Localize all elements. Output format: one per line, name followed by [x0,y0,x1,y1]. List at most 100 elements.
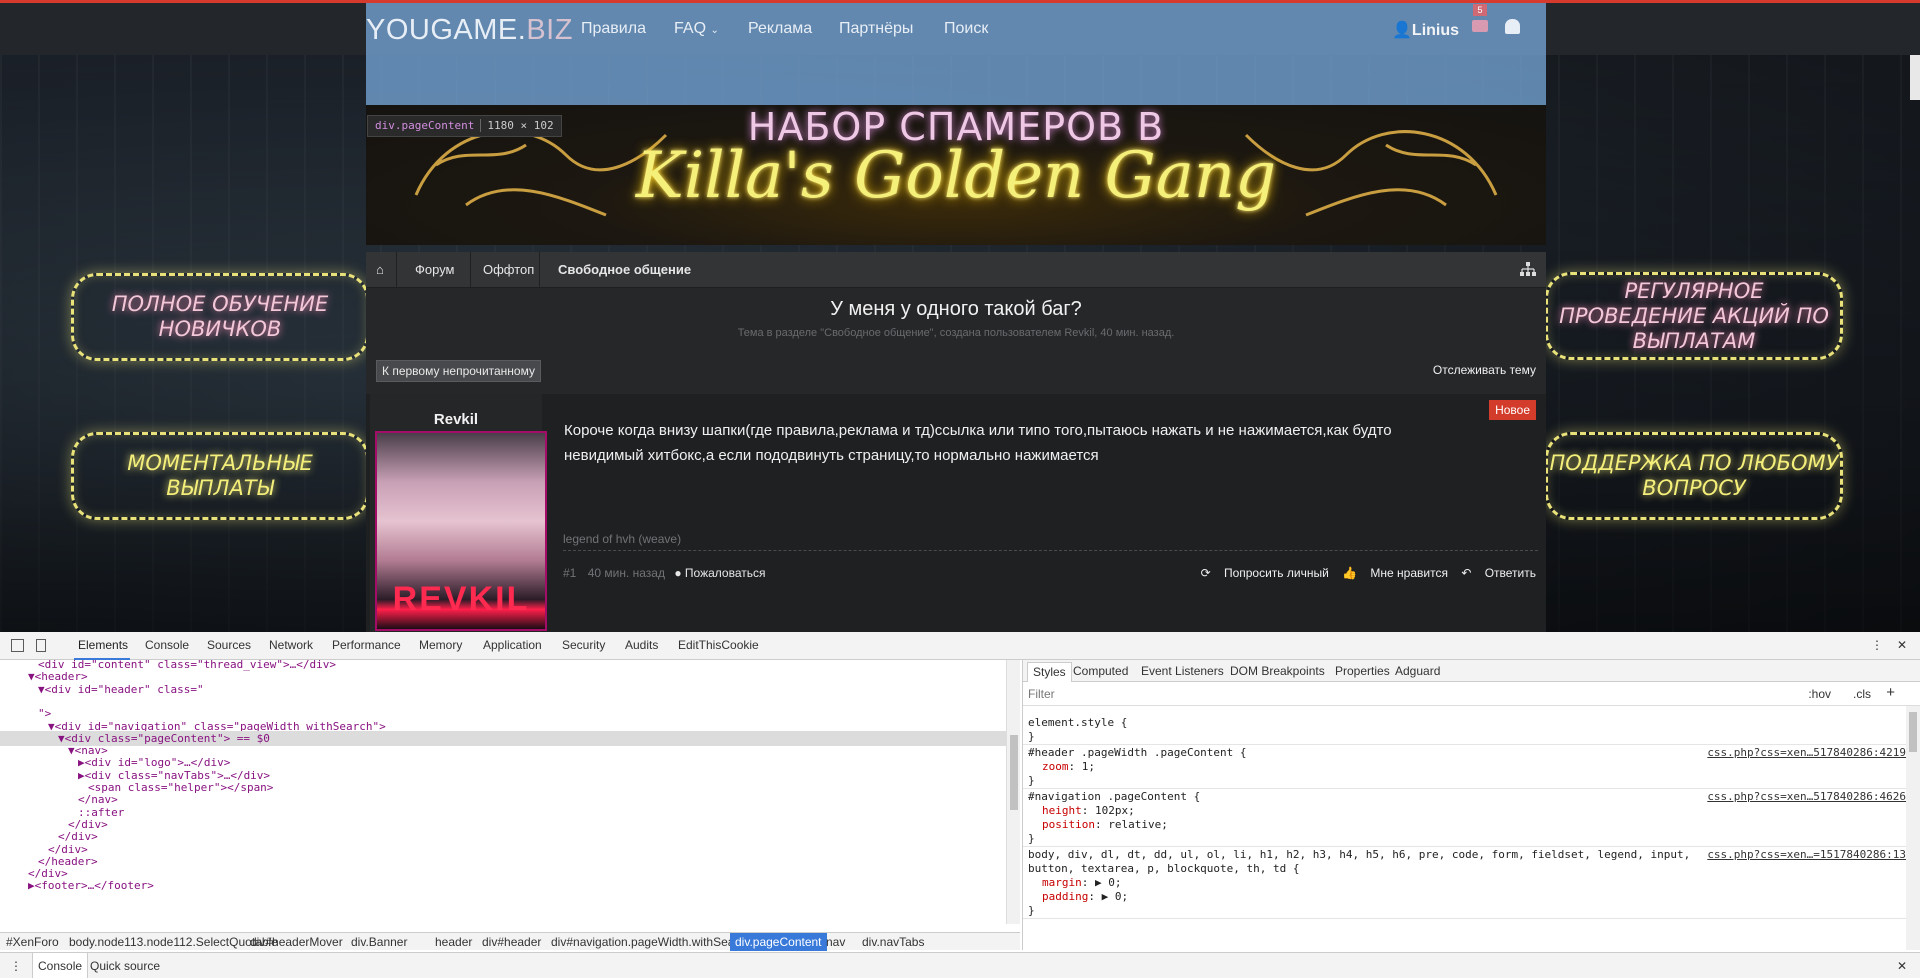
hov-toggle[interactable]: :hov [1808,687,1831,701]
css-rule-close: } [1028,774,1035,787]
css-selector[interactable]: button, textarea, p, blockquote, th, td … [1028,862,1300,876]
drawer-tab-quick-source[interactable]: Quick source [90,959,160,973]
mail-count-badge: 5 [1473,4,1487,16]
dom-breadcrumb-item[interactable]: header [435,935,472,949]
device-toolbar-icon[interactable] [36,639,46,652]
css-source-link[interactable]: css.php?css=xen…517840286:4219 [1707,746,1906,759]
post-author-name[interactable]: Revkil [370,411,542,428]
sitemap-icon[interactable] [1520,262,1536,276]
first-unread-button[interactable]: К первому непрочитанному [376,360,541,382]
tab-properties[interactable]: Properties [1335,664,1390,678]
tab-security[interactable]: Security [562,638,605,652]
css-selector[interactable]: #navigation .pageContent { [1028,790,1200,804]
tab-styles[interactable]: Styles [1027,662,1072,682]
styles-filter: Filter :hov .cls + [1023,682,1920,706]
css-property[interactable]: zoom: 1; [1042,760,1095,774]
breadcrumb-current[interactable]: Свободное общение [558,262,691,277]
css-property[interactable]: position: relative; [1042,818,1168,832]
tab-audits[interactable]: Audits [625,638,658,652]
user-menu[interactable]: 👤Linius [1392,20,1459,40]
bell-icon[interactable] [1505,19,1520,34]
reply-link[interactable]: ↶ Ответить [1461,566,1536,580]
css-property[interactable]: height: 102px; [1042,804,1135,818]
dom-breadcrumb-item[interactable]: nav [826,935,845,949]
filter-input[interactable]: Filter [1028,687,1055,701]
styles-scrollbar[interactable] [1906,706,1920,950]
styles-tab-bar: Styles Computed Event Listeners DOM Brea… [1023,660,1920,682]
dom-breadcrumb-item[interactable]: div.navTabs [862,935,924,949]
breadcrumb: ⌂ Форум Оффтоп Свободное общение [366,252,1546,288]
dom-breadcrumb-item[interactable]: div#header [482,935,541,949]
dom-node-line[interactable]: ▶<footer>…</footer> [0,878,1006,893]
mail-icon[interactable] [1472,20,1488,32]
tab-application[interactable]: Application [483,638,542,652]
cls-toggle[interactable]: .cls [1853,687,1871,701]
tab-event-listeners[interactable]: Event Listeners [1141,664,1224,678]
tab-computed[interactable]: Computed [1073,664,1128,678]
watch-thread-link[interactable]: Отслеживать тему [1433,363,1536,377]
nav-search[interactable]: Поиск [944,20,988,38]
inspect-icon[interactable] [11,639,24,652]
tab-console[interactable]: Console [145,638,189,652]
css-source-link[interactable]: css.php?css=xen…517840286:4626 [1707,790,1906,803]
tab-editthiscookie[interactable]: EditThisCookie [678,638,759,652]
tab-network[interactable]: Network [269,638,313,652]
tab-adguard[interactable]: Adguard [1395,664,1440,678]
post-actions: ⟳ Попросить личный 👍 Мне нравится ↶ Отве… [1191,566,1536,580]
css-property[interactable]: padding: ▶ 0; [1042,890,1128,904]
css-source-link[interactable]: css.php?css=xen…=1517840286:13 [1707,848,1906,861]
post-number[interactable]: #1 [563,566,576,580]
dom-breadcrumb-item[interactable]: div#navigation.pageWidth.withSearch [551,935,751,949]
dom-tree[interactable]: <div id="content" class="thread_view">…<… [0,660,1006,924]
request-private-link[interactable]: ⟳ Попросить личный [1201,566,1329,580]
drawer-tab-console[interactable]: Console [32,953,89,978]
breadcrumb-forum[interactable]: Форум [415,262,455,277]
close-icon[interactable]: ✕ [1897,638,1907,652]
side-banner-payouts[interactable]: МОМЕНТАЛЬНЫЕ ВЫПЛАТЫ [71,432,369,520]
dom-breadcrumb-item[interactable]: #XenForo [6,935,59,949]
home-icon[interactable]: ⌂ [376,262,384,277]
nav-rules[interactable]: Правила [581,20,646,38]
css-selector[interactable]: #header .pageWidth .pageContent { [1028,746,1247,760]
more-options-icon[interactable]: ⋮ [1871,638,1883,652]
css-selector[interactable]: element.style { [1028,716,1127,730]
css-property[interactable]: margin: ▶ 0; [1042,876,1122,890]
info-icon: ● [674,566,682,580]
inspect-tooltip: div.pageContent 1180 × 102 [367,115,562,137]
nav-faq[interactable]: FAQ ⌄ [674,20,719,38]
divider [563,550,1538,551]
dom-breadcrumb: #XenForo body.node113.node112.SelectQuota… [0,932,1020,951]
css-rule-close: } [1028,832,1035,845]
tab-performance[interactable]: Performance [332,638,401,652]
devtools-tab-bar: Elements Console Sources Network Perform… [0,632,1920,660]
post-body: Короче когда внизу шапки(где правила,рек… [564,422,1392,464]
avatar[interactable]: REVKIL [375,431,547,631]
side-banner-training[interactable]: ПОЛНОЕ ОБУЧЕНИЕ НОВИЧКОВ [71,273,369,361]
report-link[interactable]: ● Пожаловаться [674,566,765,580]
post-time[interactable]: 40 мин. назад [588,566,665,580]
side-banner-support[interactable]: ПОДДЕРЖКА ПО ЛЮБОМУ ВОПРОСУ [1545,432,1843,520]
like-link[interactable]: 👍 Мне нравится [1342,566,1448,580]
dom-scrollbar[interactable] [1006,660,1020,924]
css-rule-close: } [1028,730,1035,743]
drawer-close-icon[interactable]: ✕ [1897,959,1907,973]
breadcrumb-offtop[interactable]: Оффтоп [483,262,534,277]
drawer-menu-icon[interactable]: ⋮ [10,959,22,973]
tab-sources[interactable]: Sources [207,638,251,652]
site-logo[interactable]: YOUGAME.BIZ [366,14,573,47]
tab-memory[interactable]: Memory [419,638,462,652]
tab-dom-breakpoints[interactable]: DOM Breakpoints [1230,664,1325,678]
side-banner-promotions[interactable]: РЕГУЛЯРНОЕ ПРОВЕДЕНИЕ АКЦИЙ ПО ВЫПЛАТАМ [1545,272,1843,360]
post-signature: legend of hvh (weave) [563,532,682,546]
dom-breadcrumb-item[interactable]: div.Banner [351,935,407,949]
tab-elements[interactable]: Elements [78,638,128,652]
nav-partners[interactable]: Партнёры [839,20,913,38]
nav-ads[interactable]: Реклама [748,20,812,38]
dom-breadcrumb-item[interactable]: div.pageContent [730,933,827,951]
page-scrollbar[interactable] [1910,55,1920,100]
new-rule-icon[interactable]: + [1886,684,1895,701]
post-author-panel: Revkil REVKIL [370,394,547,632]
css-selector[interactable]: body, div, dl, dt, dd, ul, ol, li, h1, h… [1028,848,1690,862]
dom-breadcrumb-item[interactable]: div#headerMover [250,935,343,949]
dom-breadcrumb-item[interactable]: body.node113.node112.SelectQuotable [69,935,278,949]
